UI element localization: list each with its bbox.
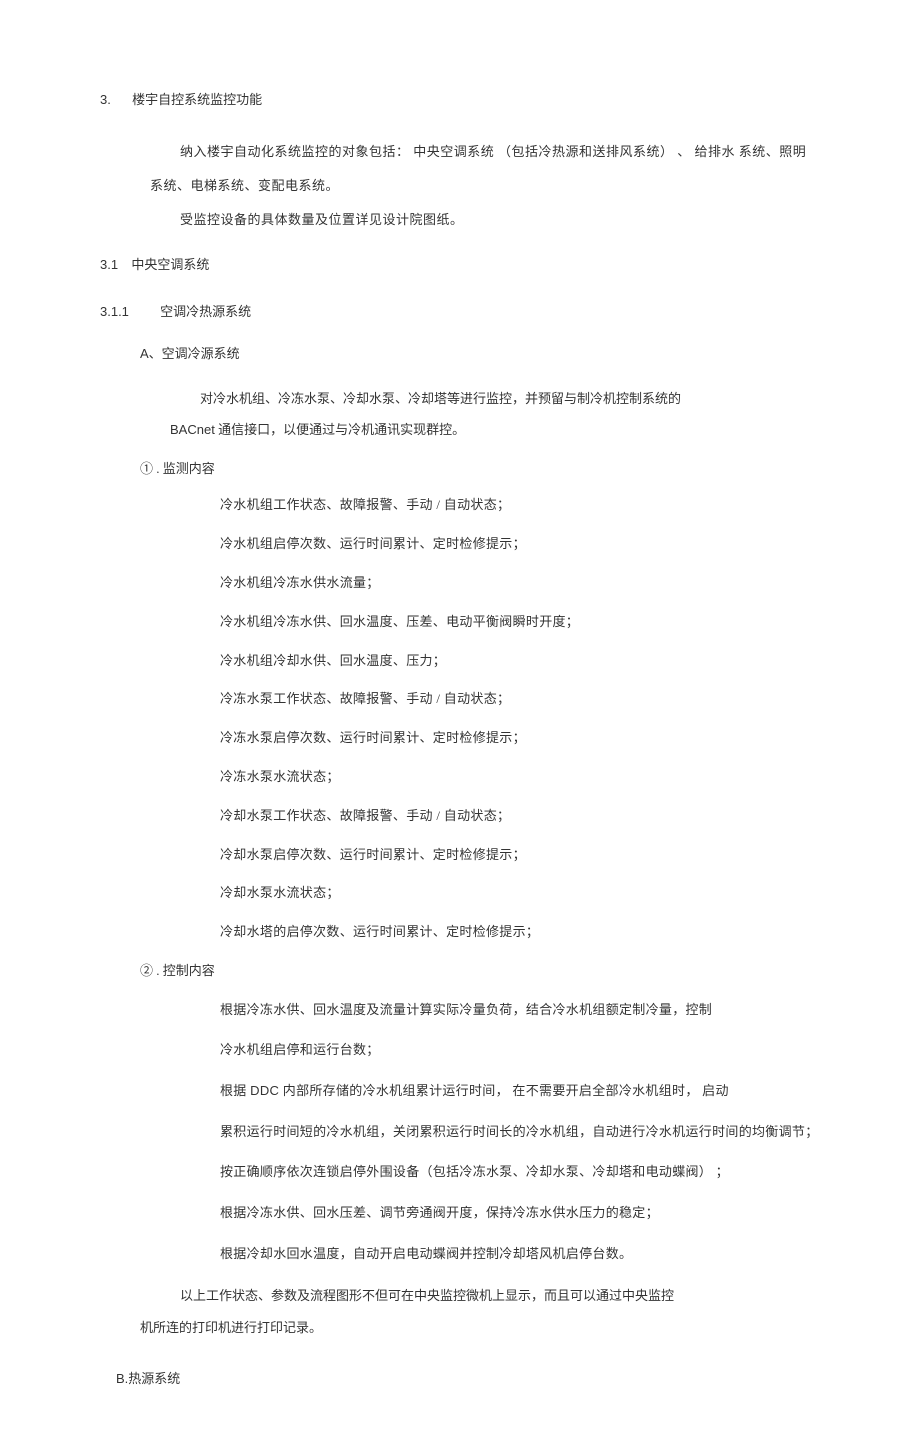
subsection-a-heading: A、空调冷源系统 bbox=[140, 344, 820, 365]
monitor-section-heading: ① . 监测内容 bbox=[140, 459, 820, 480]
monitor-item: 冷冻水泵水流状态； bbox=[220, 767, 820, 788]
control-item: 根据冷冻水供、回水温度及流量计算实际冷量负荷，结合冷水机组额定制冷量，控制 bbox=[220, 998, 820, 1023]
monitor-item: 冷冻水泵启停次数、运行时间累计、定时检修提示； bbox=[220, 728, 820, 749]
control-section-heading: ② . 控制内容 bbox=[140, 961, 820, 982]
section-3-title: 楼宇自控系统监控功能 bbox=[132, 92, 262, 107]
monitor-item: 冷水机组冷冻水供、回水温度、压差、电动平衡阀瞬时开度； bbox=[220, 612, 820, 633]
section-3-number: 3. bbox=[100, 90, 111, 111]
section-3-1-number: 3.1 bbox=[100, 255, 118, 276]
monitor-item: 冷却水泵水流状态； bbox=[220, 883, 820, 904]
monitor-item: 冷水机组冷冻水供水流量； bbox=[220, 573, 820, 594]
summary-line-2: 机所连的打印机进行打印记录。 bbox=[140, 1315, 820, 1341]
control-item: 冷水机组启停和运行台数； bbox=[220, 1038, 820, 1063]
control-item: 根据冷冻水供、回水压差、调节旁通阀开度，保持冷冻水供水压力的稳定； bbox=[220, 1201, 820, 1226]
monitor-item: 冷却水泵工作状态、故障报警、手动 / 自动状态； bbox=[220, 806, 820, 827]
section-3-1-1-number: 3.1.1 bbox=[100, 302, 129, 323]
intro-paragraph-2: 系统、电梯系统、变配电系统。 bbox=[150, 173, 820, 199]
section-3-1-1-title: 空调冷热源系统 bbox=[160, 304, 251, 319]
monitor-item: 冷冻水泵工作状态、故障报警、手动 / 自动状态； bbox=[220, 689, 820, 710]
monitor-item: 冷水机组冷却水供、回水温度、压力； bbox=[220, 651, 820, 672]
bacnet-label: BACnet bbox=[170, 422, 215, 437]
subsection-a-label: A bbox=[140, 346, 149, 361]
control-item: 根据 DDC 内部所存储的冷水机组累计运行时间， 在不需要开启全部冷水机组时， … bbox=[220, 1079, 820, 1104]
section-3-heading: 3. 楼宇自控系统监控功能 bbox=[100, 90, 820, 111]
subsection-b-title: 热源系统 bbox=[128, 1371, 180, 1386]
control-item: 按正确顺序依次连锁启停外围设备（包括冷冻水泵、冷却水泵、冷却塔和电动蝶阀） ； bbox=[220, 1160, 820, 1185]
subsection-a-title: 、空调冷源系统 bbox=[149, 346, 240, 361]
control-item: 累积运行时间短的冷水机组，关闭累积运行时间长的冷水机组，自动进行冷水机运行时间的… bbox=[220, 1120, 820, 1145]
description-line-2: BACnet 通信接口，以便通过与冷机通讯实现群控。 bbox=[170, 418, 820, 443]
monitor-item: 冷却水泵启停次数、运行时间累计、定时检修提示； bbox=[220, 845, 820, 866]
section-3-1-title: 中央空调系统 bbox=[131, 257, 209, 272]
section-3-1-1-heading: 3.1.1 空调冷热源系统 bbox=[100, 302, 820, 323]
summary-line-1: 以上工作状态、参数及流程图形不但可在中央监控微机上显示，而且可以通过中央监控 bbox=[180, 1283, 820, 1309]
intro-paragraph-1: 纳入楼宇自动化系统监控的对象包括： 中央空调系统 （包括冷热源和送排风系统） 、… bbox=[180, 139, 820, 165]
subsection-b-label: B. bbox=[116, 1371, 128, 1386]
section-3-1-heading: 3.1 中央空调系统 bbox=[100, 255, 820, 276]
control-item: 根据冷却水回水温度，自动开启电动蝶阀并控制冷却塔风机启停台数。 bbox=[220, 1242, 820, 1267]
monitor-item: 冷水机组启停次数、运行时间累计、定时检修提示； bbox=[220, 534, 820, 555]
monitor-item: 冷却水塔的启停次数、运行时间累计、定时检修提示； bbox=[220, 922, 820, 943]
description-line-2-rest: 通信接口，以便通过与冷机通讯实现群控。 bbox=[215, 422, 465, 437]
monitor-item: 冷水机组工作状态、故障报警、手动 / 自动状态； bbox=[220, 495, 820, 516]
description-line-1: 对冷水机组、冷冻水泵、冷却水泵、冷却塔等进行监控，并预留与制冷机控制系统的 bbox=[200, 387, 820, 412]
subsection-b-heading: B.热源系统 bbox=[116, 1369, 820, 1390]
intro-paragraph-3: 受监控设备的具体数量及位置详见设计院图纸。 bbox=[180, 207, 820, 233]
